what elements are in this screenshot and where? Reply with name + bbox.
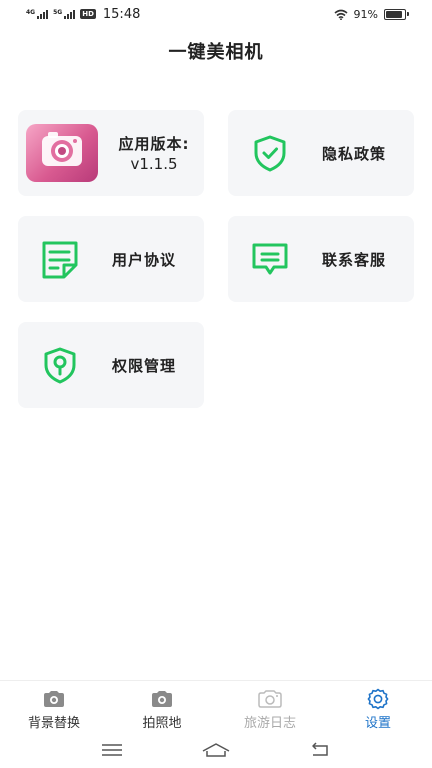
home-icon[interactable] — [201, 739, 231, 761]
document-icon — [38, 239, 82, 279]
back-icon[interactable] — [305, 739, 335, 761]
hd-badge: HD — [80, 9, 96, 19]
status-left: 4G 5G HD 15:48 — [26, 7, 140, 22]
app-logo — [26, 124, 98, 182]
network-type-label: 4G — [26, 8, 36, 16]
page-title: 一键美相机 — [168, 42, 264, 63]
camera-icon — [41, 688, 67, 710]
battery-level — [386, 10, 403, 18]
nav-photo-spot[interactable]: 拍照地 — [108, 681, 216, 732]
nav-label: 旅游日志 — [243, 716, 296, 731]
bottom-nav: 背景替换 拍照地 旅游日志 设置 — [0, 680, 432, 732]
nav-settings[interactable]: 设置 — [324, 681, 432, 732]
system-nav-bar — [0, 732, 432, 768]
user-agreement-label: 用户协议 — [112, 251, 177, 269]
nav-label: 背景替换 — [27, 716, 80, 731]
signal-4g-icon: 4G — [26, 8, 49, 19]
signal-5g-icon: 5G — [53, 8, 76, 19]
contact-support-card[interactable]: 联系客服 — [228, 216, 414, 302]
contact-support-label: 联系客服 — [322, 251, 387, 269]
battery-percent: 91% — [353, 7, 378, 21]
nav-label: 设置 — [364, 716, 391, 731]
privacy-policy-label: 隐私政策 — [322, 145, 387, 163]
menu-icon[interactable] — [97, 739, 127, 761]
permission-management-label: 权限管理 — [112, 357, 177, 375]
camera-outline-icon — [257, 688, 283, 710]
wifi-icon — [334, 9, 348, 20]
version-value: v1.1.5 — [130, 155, 178, 173]
version-label: 应用版本: — [118, 135, 190, 153]
permission-management-card[interactable]: 权限管理 — [18, 322, 204, 408]
status-right: 91% — [334, 7, 409, 21]
privacy-policy-card[interactable]: 隐私政策 — [228, 110, 414, 196]
nav-label: 拍照地 — [142, 716, 182, 731]
gear-icon — [365, 688, 391, 710]
camera-icon — [149, 688, 175, 710]
status-bar: 4G 5G HD 15:48 91% — [0, 0, 432, 28]
network-type-label: 5G — [53, 8, 63, 16]
nav-travel-log[interactable]: 旅游日志 — [216, 681, 324, 732]
shield-check-icon — [248, 133, 292, 173]
nav-background-replace[interactable]: 背景替换 — [0, 681, 108, 732]
chat-bubble-icon — [248, 239, 292, 279]
app-version-card: 应用版本: v1.1.5 — [18, 110, 204, 196]
battery-icon — [384, 8, 409, 20]
version-text: 应用版本: v1.1.5 — [106, 134, 202, 174]
status-time: 15:48 — [102, 6, 141, 22]
user-agreement-card[interactable]: 用户协议 — [18, 216, 204, 302]
shield-key-icon — [38, 345, 82, 385]
